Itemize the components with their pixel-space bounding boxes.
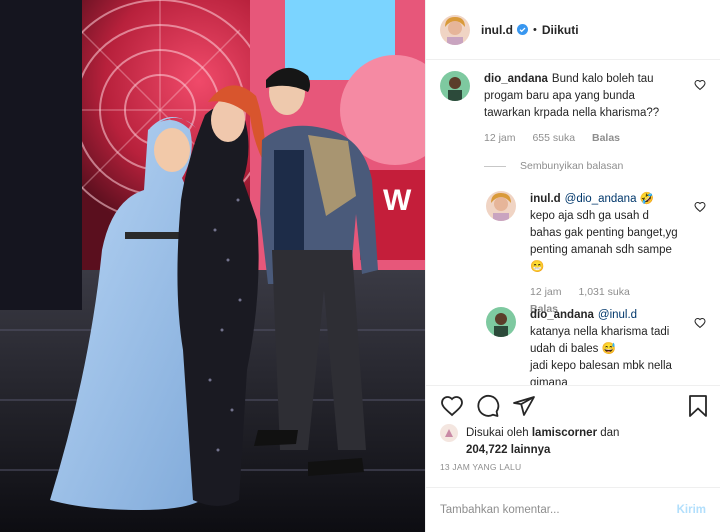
author-avatar[interactable] [440, 14, 470, 45]
stage-photo-illustration: W [0, 0, 425, 532]
reply-avatar[interactable] [486, 307, 516, 337]
reply-text: katanya nella kharisma tadi udah di bale… [530, 326, 670, 355]
verified-badge-icon [517, 24, 528, 35]
heart-icon[interactable] [440, 394, 464, 418]
comment-icon[interactable] [476, 394, 500, 418]
heart-icon[interactable] [694, 317, 706, 329]
comments-list[interactable]: dio_andana Bund kalo boleh tau progam bar… [426, 61, 720, 385]
reply-likes[interactable]: 1,031 suka [578, 286, 629, 298]
reply-text: kepo aja sdh ga usah d bahas gak penting… [530, 210, 678, 256]
likes-joiner: dan [600, 427, 620, 440]
post-photo[interactable]: W [0, 0, 425, 532]
likes-count[interactable]: 204,722 lainnya [466, 444, 550, 456]
reply-time[interactable]: 12 jam [530, 286, 562, 298]
reply-body: inul.d @dio_andana 🤣 kepo aja sdh ga usah… [530, 191, 680, 318]
heart-icon[interactable] [694, 79, 706, 91]
emoji: 😅 [601, 343, 616, 355]
comment-likes[interactable]: 655 suka [532, 132, 575, 144]
comment-item: dio_andana Bund kalo boleh tau progam bar… [440, 71, 706, 155]
post-header: inul.d • Diikuti [426, 0, 720, 60]
reply-item: dio_andana @inul.d katanya nella kharisma… [486, 307, 706, 385]
reply-text-continued: jadi kepo balesan mbk nella gimana [530, 360, 672, 385]
hide-replies-toggle[interactable]: Sembunyikan balasan [484, 160, 623, 172]
reply-avatar[interactable] [486, 191, 516, 221]
following-button[interactable]: Diikuti [542, 23, 579, 37]
emoji: 🤣 [639, 193, 654, 205]
comment-username[interactable]: dio_andana [484, 73, 548, 85]
hide-replies-label: Sembunyikan balasan [520, 160, 624, 172]
reply-mention[interactable]: @dio_andana [565, 193, 637, 205]
comment-meta: 12 jam 655 suka Balas [484, 130, 680, 147]
instagram-post-modal: W inul.d • Diikuti dio_andana Bund kalo … [0, 0, 720, 532]
heart-icon[interactable] [694, 201, 706, 213]
post-side-panel: inul.d • Diikuti dio_andana Bund kalo bol… [425, 0, 720, 532]
reply-body: dio_andana @inul.d katanya nella kharisma… [530, 307, 680, 385]
comment-composer: Kirim [426, 487, 720, 532]
comment-time[interactable]: 12 jam [484, 132, 516, 144]
likes-summary: Disukai oleh lamiscorner dan 204,722 lai… [440, 424, 706, 458]
comment-input[interactable] [440, 504, 677, 516]
reply-button[interactable]: Balas [592, 132, 620, 144]
bookmark-icon[interactable] [686, 394, 710, 418]
reply-mention[interactable]: @inul.d [598, 309, 637, 321]
reply-username[interactable]: inul.d [530, 193, 561, 205]
divider-line [484, 165, 506, 167]
commenter-avatar[interactable] [440, 71, 470, 101]
emoji: 😁 [530, 261, 545, 273]
liker-avatar[interactable] [440, 424, 458, 442]
share-icon[interactable] [512, 394, 536, 418]
action-bar [426, 385, 720, 425]
post-comment-button[interactable]: Kirim [677, 504, 706, 516]
post-timestamp[interactable]: 13 JAM YANG LALU [440, 462, 521, 472]
separator-dot: • [533, 23, 537, 36]
liker-username[interactable]: lamiscorner [532, 427, 597, 439]
svg-text:W: W [383, 184, 412, 217]
reply-item: inul.d @dio_andana 🤣 kepo aja sdh ga usah… [486, 191, 706, 315]
likes-prefix: Disukai oleh [466, 427, 529, 440]
comment-body: dio_andana Bund kalo boleh tau progam bar… [484, 71, 680, 147]
author-username[interactable]: inul.d [481, 23, 513, 37]
reply-username[interactable]: dio_andana [530, 309, 594, 321]
